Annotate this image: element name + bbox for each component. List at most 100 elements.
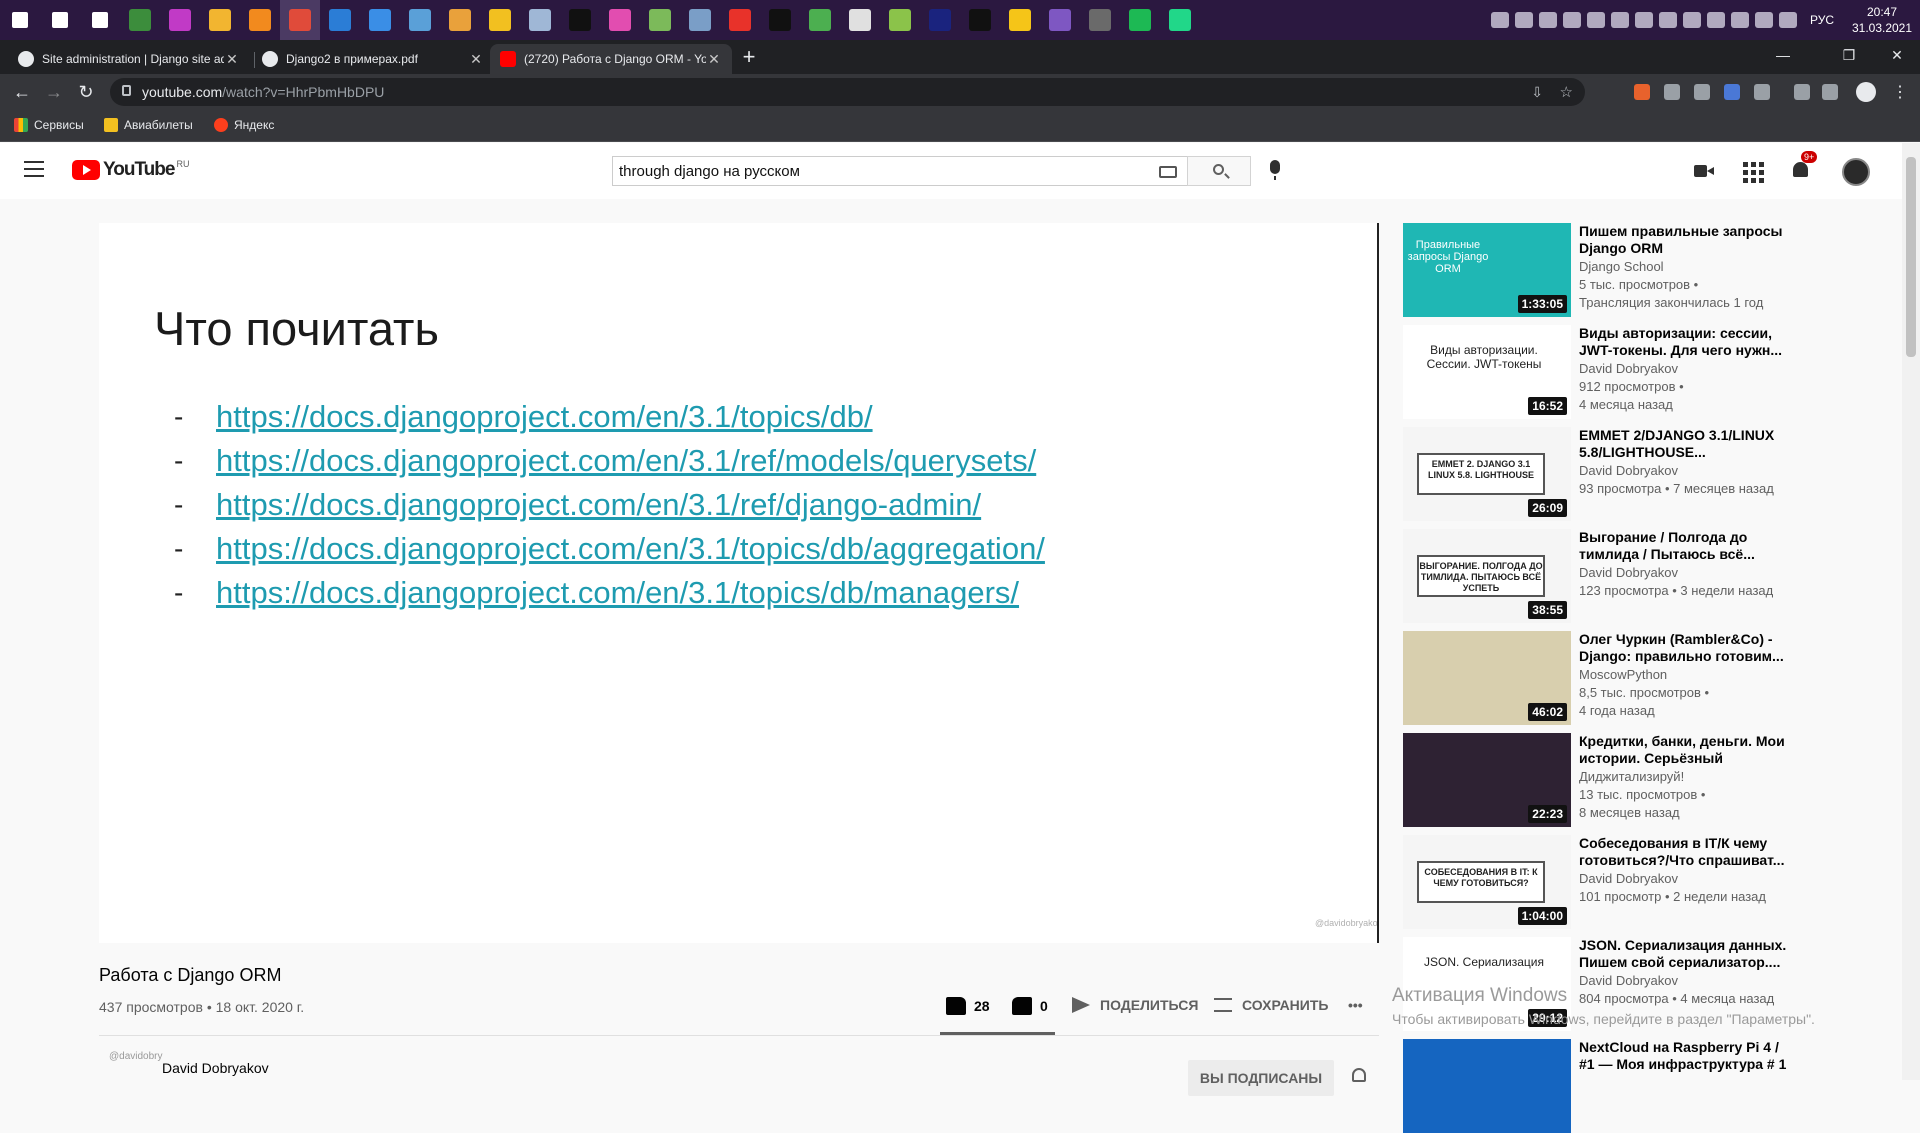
tray-icon[interactable] — [1658, 12, 1677, 28]
recommendation-item[interactable]: Виды авторизации. Сессии. JWT-токены 16:5… — [1403, 325, 1873, 419]
spotify-icon[interactable] — [1120, 0, 1160, 40]
folder-icon[interactable] — [400, 0, 440, 40]
browser-tab[interactable]: Site administration | Django site admin … — [8, 44, 250, 74]
channel-avatar[interactable]: @davidobry — [99, 1052, 163, 1092]
tray-icon[interactable] — [1730, 12, 1749, 28]
bookmark-item[interactable]: Авиабилеты — [104, 118, 193, 132]
app-gallery-icon[interactable] — [440, 0, 480, 40]
recommendation-item[interactable]: СОБЕСЕДОВАНИЯ В IT: К ЧЕМУ ГОТОВИТЬСЯ? 1:… — [1403, 835, 1873, 929]
forward-arrow-icon[interactable]: → — [42, 80, 66, 104]
recommendation-channel[interactable]: Django School — [1579, 259, 1664, 274]
extension-icon[interactable] — [1634, 84, 1650, 100]
app-ps-icon[interactable] — [760, 0, 800, 40]
recommendation-channel[interactable]: David Dobryakov — [1579, 565, 1678, 580]
language-indicator[interactable]: РУС — [1810, 13, 1834, 27]
minimize-button[interactable]: — — [1760, 40, 1806, 70]
recommendation-item[interactable]: NextCloud на Raspberry Pi 4 / #1 — Моя и… — [1403, 1039, 1873, 1133]
video-thumbnail[interactable]: ВЫГОРАНИЕ. ПОЛГОДА ДО ТИМЛИДА. ПЫТАЮСЬ В… — [1403, 529, 1571, 623]
close-tab-icon[interactable]: ✕ — [224, 51, 240, 68]
adobe-icon[interactable] — [720, 0, 760, 40]
tray-icon[interactable] — [1586, 12, 1605, 28]
profile-avatar-icon[interactable] — [1856, 82, 1876, 102]
back-arrow-icon[interactable]: ← — [10, 80, 34, 104]
vscode-icon[interactable] — [320, 0, 360, 40]
extension-icon[interactable] — [1724, 84, 1740, 100]
video-thumbnail[interactable]: Виды авторизации. Сессии. JWT-токены 16:5… — [1403, 325, 1571, 419]
address-bar[interactable]: youtube.com/watch?v=HhrPbmHbDPU ⇩ ☆ — [110, 78, 1585, 106]
browser-tab-active[interactable]: (2720) Работа с Django ORM - YouTube ✕ — [490, 44, 732, 74]
reading-list-icon[interactable] — [1822, 84, 1838, 100]
file-explorer-icon[interactable] — [200, 0, 240, 40]
recommendation-channel[interactable]: Диджитализируй! — [1579, 769, 1684, 784]
share-button[interactable]: ПОДЕЛИТЬСЯ — [1072, 997, 1198, 1013]
tray-icon[interactable] — [1514, 12, 1533, 28]
volume-icon[interactable] — [1778, 12, 1797, 28]
recommendation-item[interactable]: 22:23 Кредитки, банки, деньги. Мои истори… — [1403, 733, 1873, 827]
css-icon[interactable] — [1080, 0, 1120, 40]
hamburger-menu-icon[interactable] — [24, 161, 44, 177]
close-tab-icon[interactable]: ✕ — [468, 51, 484, 68]
recommendation-title[interactable]: JSON. Сериализация данных. Пишем свой се… — [1579, 937, 1789, 971]
tray-icon[interactable] — [1706, 12, 1725, 28]
extensions-puzzle-icon[interactable] — [1794, 84, 1810, 100]
recommendation-item[interactable]: Правильные запросы Django ORM 1:33:05 Пише… — [1403, 223, 1873, 317]
bookmark-item[interactable]: Яндекс — [214, 118, 274, 132]
app-green-icon[interactable] — [880, 0, 920, 40]
notifications-bell-icon[interactable]: 9+ — [1789, 151, 1818, 183]
recommendation-item[interactable]: 46:02 Олег Чуркин (Rambler&Co) - Django: … — [1403, 631, 1873, 725]
phpstorm-icon[interactable] — [160, 0, 200, 40]
pycharm-icon[interactable] — [1160, 0, 1200, 40]
dislike-button[interactable]: 0 — [1012, 997, 1048, 1015]
epic-games-icon[interactable] — [560, 0, 600, 40]
bookmark-item[interactable]: Сервисы — [14, 118, 84, 132]
recommendation-item[interactable]: EMMET 2. DJANGO 3.1 LINUX 5.8. LIGHTHOUS… — [1403, 427, 1873, 521]
tray-icon[interactable] — [1562, 12, 1581, 28]
save-button[interactable]: СОХРАНИТЬ — [1214, 997, 1328, 1013]
app-edit-icon[interactable] — [1000, 0, 1040, 40]
keyboard-icon[interactable] — [1159, 166, 1177, 178]
search-input[interactable]: through django на русском — [612, 156, 1188, 186]
tray-icon[interactable] — [1682, 12, 1701, 28]
tray-icon[interactable] — [1634, 12, 1653, 28]
video-thumbnail[interactable]: 46:02 — [1403, 631, 1571, 725]
recommendation-title[interactable]: Собеседования в IT/К чему готовиться?/Чт… — [1579, 835, 1789, 869]
app-note-icon[interactable] — [480, 0, 520, 40]
recommendation-title[interactable]: Виды авторизации: сессии, JWT-токены. Дл… — [1579, 325, 1789, 359]
create-video-icon[interactable] — [1692, 159, 1716, 183]
tray-icon[interactable] — [1538, 12, 1557, 28]
more-actions-button[interactable]: ••• — [1348, 997, 1363, 1013]
recommendation-channel[interactable]: David Dobryakov — [1579, 871, 1678, 886]
extension-icon[interactable] — [1664, 84, 1680, 100]
app-purple-icon[interactable] — [1040, 0, 1080, 40]
recommendation-channel[interactable]: David Dobryakov — [1579, 361, 1678, 376]
search-icon[interactable] — [40, 0, 80, 40]
channel-name[interactable]: David Dobryakov — [162, 1060, 269, 1076]
microphone-icon[interactable] — [1270, 160, 1280, 180]
user-avatar[interactable] — [1842, 158, 1870, 186]
bookmark-star-icon[interactable]: ☆ — [1560, 83, 1573, 101]
page-scrollbar[interactable] — [1902, 143, 1920, 1080]
app-photos-icon[interactable] — [520, 0, 560, 40]
tray-icon[interactable] — [1754, 12, 1773, 28]
browser-tab[interactable]: Django2 в примерах.pdf ✕ — [252, 44, 494, 74]
scrollbar-thumb[interactable] — [1906, 157, 1916, 357]
sublime-icon[interactable] — [240, 0, 280, 40]
search-button[interactable] — [1187, 156, 1251, 186]
restore-button[interactable]: ❐ — [1826, 40, 1872, 70]
extension-icon[interactable] — [1694, 84, 1710, 100]
tray-icon[interactable] — [1610, 12, 1629, 28]
tray-icon[interactable] — [1490, 12, 1509, 28]
recommendation-item[interactable]: ВЫГОРАНИЕ. ПОЛГОДА ДО ТИМЛИДА. ПЫТАЮСЬ В… — [1403, 529, 1873, 623]
close-tab-icon[interactable]: ✕ — [706, 51, 722, 68]
chrome-icon[interactable] — [280, 0, 320, 40]
recommendation-title[interactable]: NextCloud на Raspberry Pi 4 / #1 — Моя и… — [1579, 1039, 1789, 1073]
video-player[interactable]: Что почитать - https://docs.djangoprojec… — [99, 223, 1379, 943]
app-dark-icon[interactable] — [920, 0, 960, 40]
task-view-icon[interactable] — [80, 0, 120, 40]
terminal-icon[interactable] — [960, 0, 1000, 40]
video-thumbnail[interactable]: EMMET 2. DJANGO 3.1 LINUX 5.8. LIGHTHOUS… — [1403, 427, 1571, 521]
recommendation-title[interactable]: Олег Чуркин (Rambler&Co) - Django: прави… — [1579, 631, 1789, 665]
new-tab-button[interactable]: + — [736, 44, 762, 70]
app-s-icon[interactable] — [600, 0, 640, 40]
subscribed-button[interactable]: ВЫ ПОДПИСАНЫ — [1188, 1060, 1334, 1096]
